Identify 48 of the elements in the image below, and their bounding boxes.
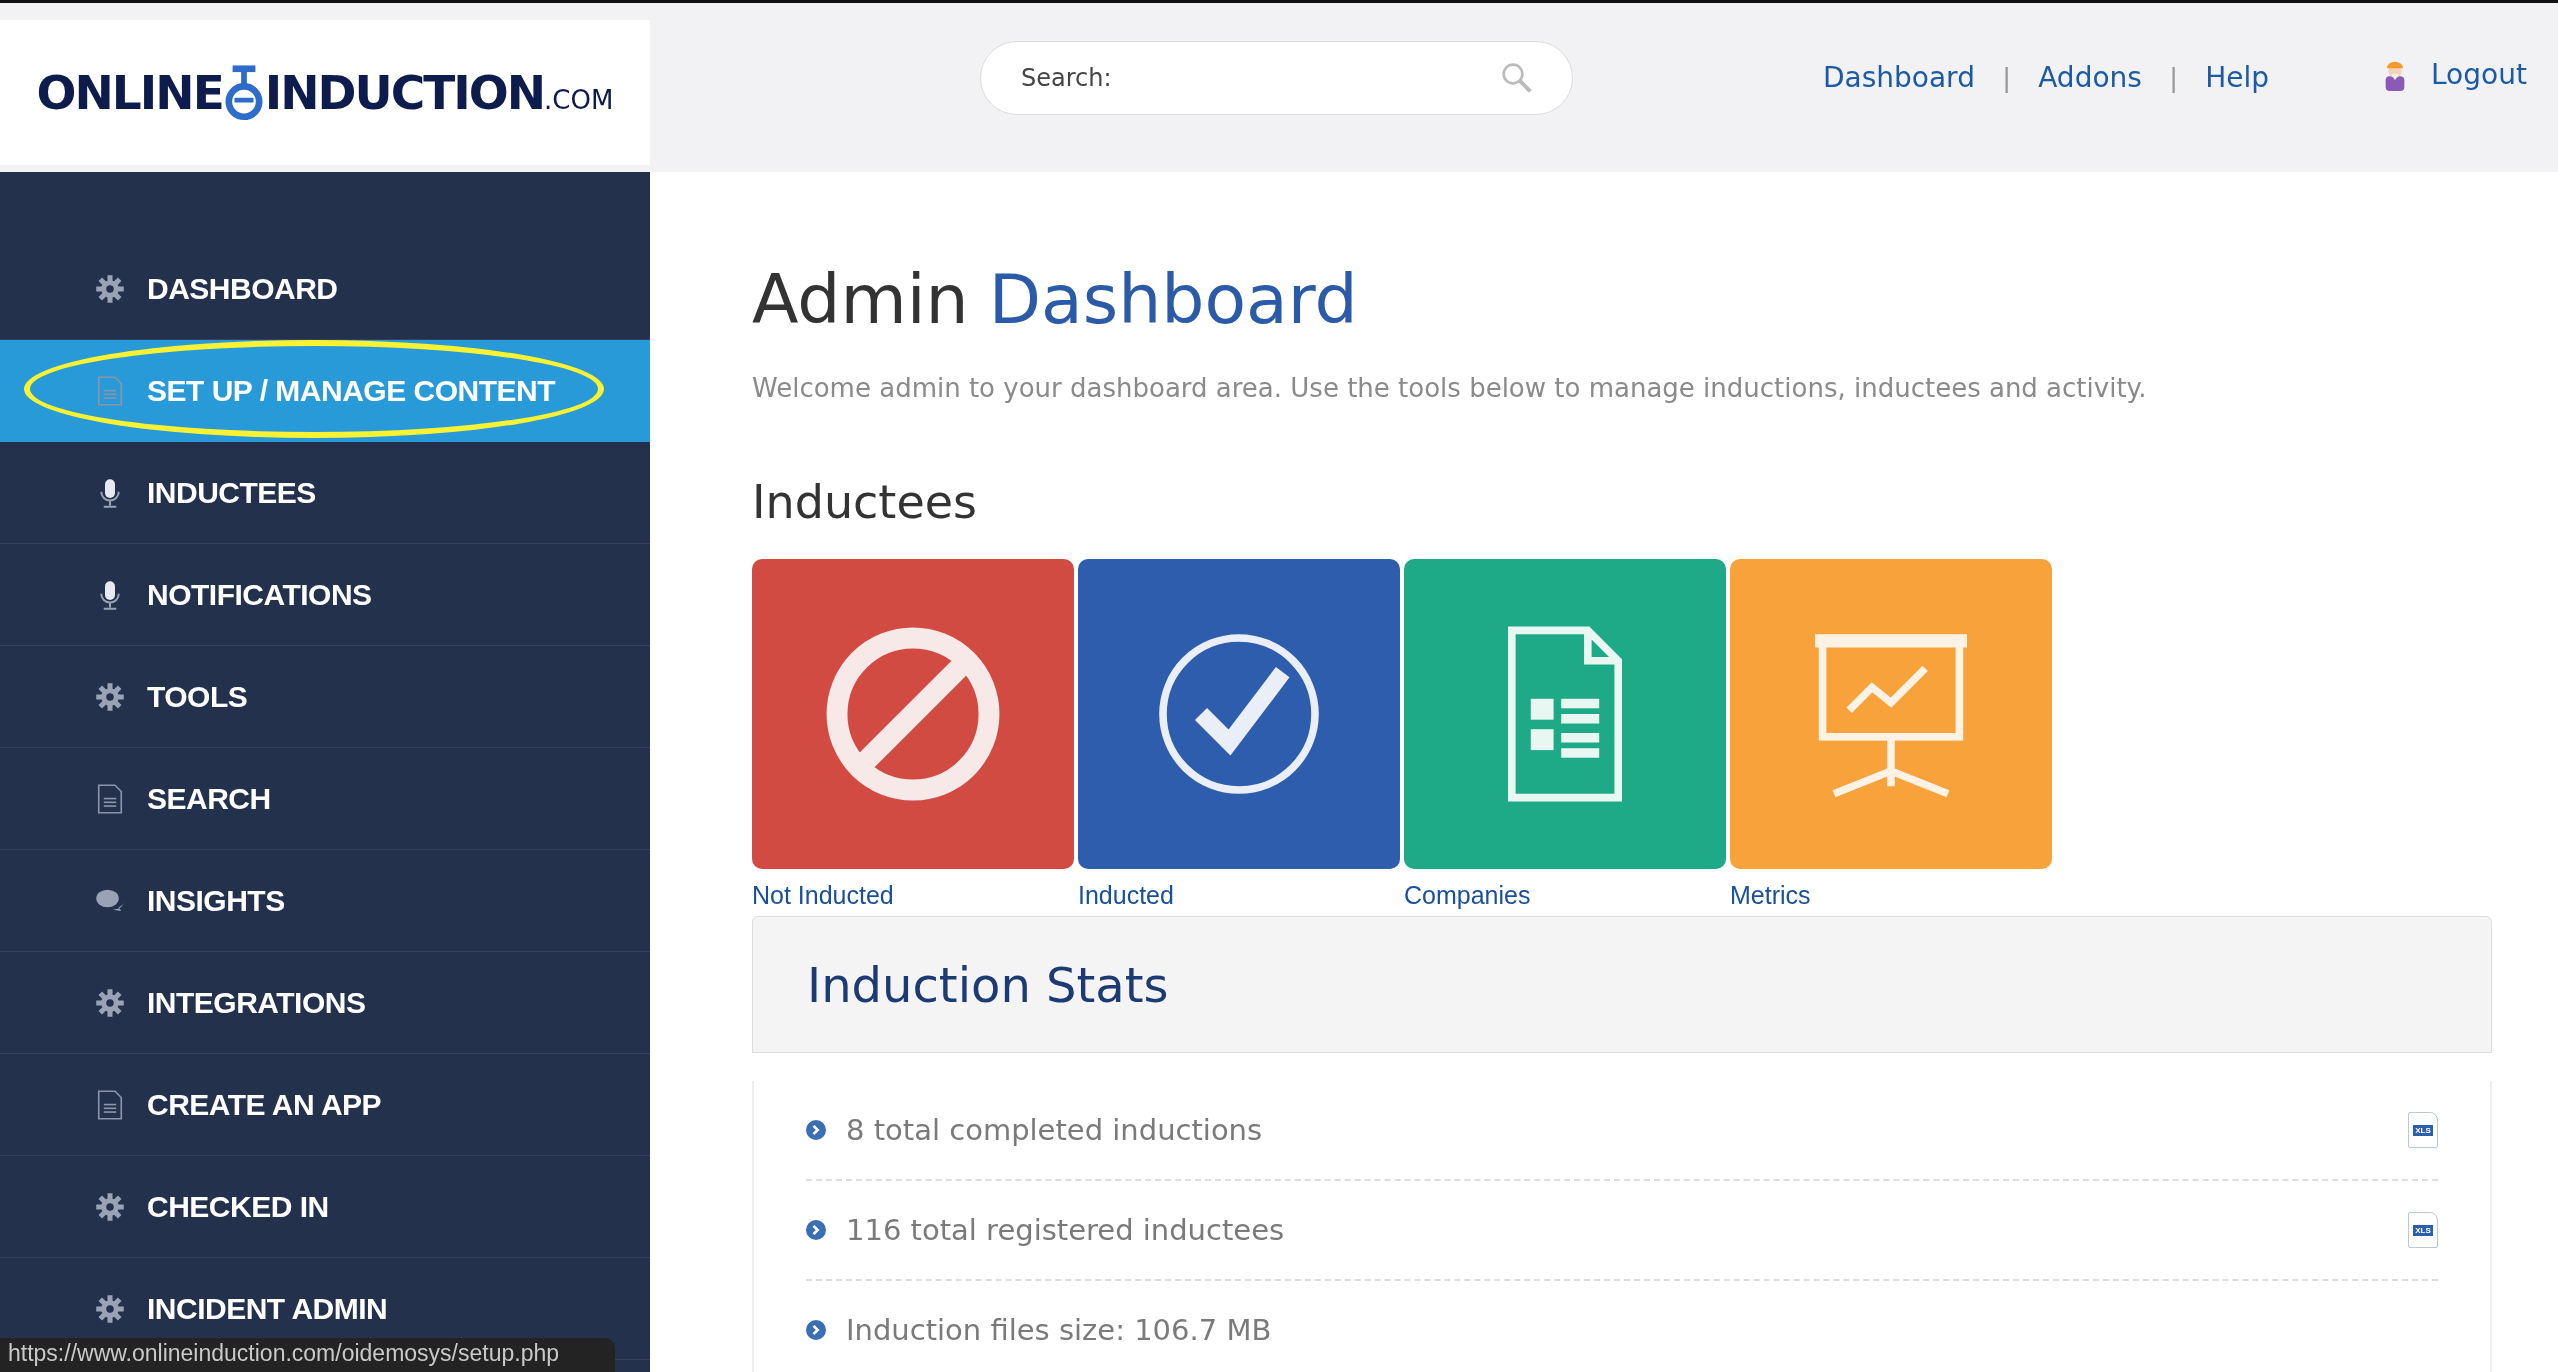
panel-title: Induction Stats bbox=[807, 956, 1169, 1013]
sidebar-item[interactable]: NOTIFICATIONS bbox=[0, 544, 650, 646]
document-icon bbox=[95, 782, 125, 815]
link-url-tooltip: https://www.onlineinduction.com/oidemosys/setup.php bbox=[0, 1338, 615, 1372]
tile-button[interactable] bbox=[1078, 559, 1400, 869]
stat-text: Induction files size: 106.7 MB bbox=[846, 1313, 1273, 1347]
section-heading: Inductees bbox=[752, 475, 978, 529]
separator: | bbox=[2169, 61, 2178, 94]
sidebar-item[interactable]: INTEGRATIONS bbox=[0, 952, 650, 1054]
tile-button[interactable] bbox=[752, 559, 1074, 869]
sidebar-item[interactable]: INSIGHTS bbox=[0, 850, 650, 952]
stat-text: 116 total registered inductees bbox=[846, 1213, 1286, 1247]
tile-link[interactable]: Companies bbox=[1404, 881, 1726, 910]
stat-text: 8 total completed inductions bbox=[846, 1113, 1264, 1147]
tile-link[interactable]: Inducted bbox=[1078, 881, 1400, 910]
sidebar-item[interactable]: CHECKED IN bbox=[0, 1156, 650, 1258]
logo-mark-icon bbox=[224, 64, 263, 121]
gear-icon bbox=[95, 680, 125, 713]
tile-button[interactable] bbox=[1404, 559, 1726, 869]
tile-link[interactable]: Metrics bbox=[1730, 881, 2052, 910]
nav-link[interactable]: Dashboard bbox=[1823, 61, 1975, 94]
sidebar-item[interactable]: CREATE AN APP bbox=[0, 1054, 650, 1156]
nav-link[interactable]: Help bbox=[2205, 61, 2269, 94]
chevron-bullet-icon bbox=[806, 1120, 826, 1140]
separator: | bbox=[2002, 61, 2011, 94]
welcome-text: Welcome admin to your dashboard area. Use the tools below to manage inductions, inductees and activity. bbox=[752, 373, 2148, 403]
gear-icon bbox=[95, 272, 125, 305]
page-title: Admin bbox=[752, 260, 969, 339]
spreadsheet-download-icon[interactable]: XLS bbox=[2408, 1212, 2438, 1248]
search-field[interactable]: Search: bbox=[980, 40, 1573, 115]
logout-link[interactable]: Logout bbox=[2431, 58, 2527, 91]
spreadsheet-download-icon[interactable]: XLS bbox=[2408, 1112, 2438, 1148]
document-icon bbox=[95, 374, 125, 407]
nav-link[interactable]: Addons bbox=[2038, 61, 2142, 94]
sidebar-item[interactable]: SEARCH bbox=[0, 748, 650, 850]
page-title-accent: Dashboard bbox=[988, 260, 1358, 339]
logo[interactable]: ONLINE INDUCTION.COM bbox=[0, 20, 650, 165]
chevron-bullet-icon bbox=[806, 1220, 826, 1240]
sidebar-item[interactable]: TOOLS bbox=[0, 646, 650, 748]
search-icon bbox=[1501, 61, 1533, 94]
chevron-bullet-icon bbox=[806, 1320, 826, 1340]
gear-icon bbox=[95, 1292, 125, 1325]
tile-button[interactable] bbox=[1730, 559, 2052, 869]
gear-icon bbox=[95, 1190, 125, 1223]
sidebar-item[interactable]: INDUCTEES bbox=[0, 442, 650, 544]
document-icon bbox=[95, 1088, 125, 1121]
tile-link[interactable]: Not Inducted bbox=[752, 881, 1074, 910]
gear-icon bbox=[95, 986, 125, 1019]
